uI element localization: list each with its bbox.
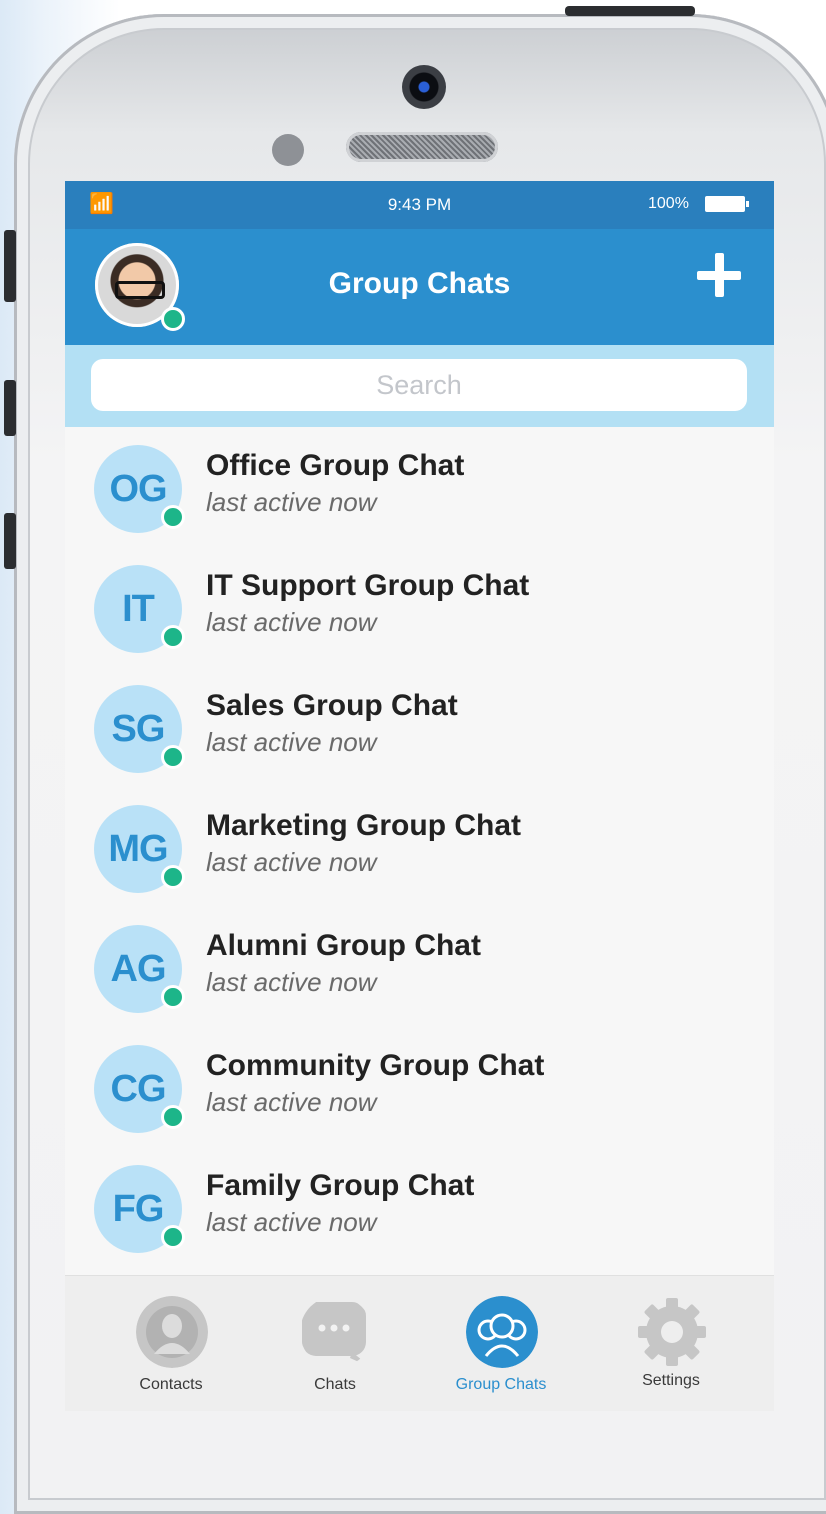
- tab-label: Contacts: [139, 1376, 203, 1393]
- list-item[interactable]: AG Alumni Group Chat last active now: [65, 907, 774, 1027]
- online-status-dot: [161, 625, 185, 649]
- gear-icon: [638, 1298, 706, 1366]
- group-status: last active now: [206, 487, 377, 517]
- list-item[interactable]: CG Community Group Chat last active now: [65, 1027, 774, 1147]
- group-chat-list: OG Office Group Chat last active now IT …: [65, 427, 774, 1267]
- tab-label: Chats: [314, 1376, 356, 1393]
- online-status-dot: [161, 745, 185, 769]
- app-screen: 📶 9:43 PM 100% Group Chats Search OG Off…: [65, 181, 774, 1411]
- online-status-dot: [161, 1225, 185, 1249]
- page-title: Group Chats: [328, 267, 511, 300]
- tab-contacts[interactable]: Contacts: [101, 1276, 241, 1396]
- power-button: [565, 6, 695, 16]
- tab-label: Settings: [642, 1372, 700, 1389]
- header-bar: Group Chats: [65, 229, 774, 345]
- online-status-dot: [161, 1105, 185, 1129]
- group-status: last active now: [206, 727, 377, 757]
- earpiece-speaker: [346, 132, 498, 162]
- volume-up-button: [4, 380, 16, 436]
- group-name: Community Group Chat: [206, 1049, 545, 1082]
- online-status-dot: [161, 865, 185, 889]
- group-status: last active now: [206, 847, 377, 877]
- group-name: Office Group Chat: [206, 449, 465, 482]
- battery-icon: [705, 196, 749, 212]
- tab-label: Group Chats: [455, 1376, 547, 1393]
- search-input[interactable]: Search: [91, 359, 747, 411]
- mute-switch: [4, 230, 16, 302]
- tab-settings[interactable]: Settings: [601, 1276, 741, 1396]
- list-item[interactable]: OG Office Group Chat last active now: [65, 427, 774, 547]
- online-status-dot: [161, 307, 185, 331]
- proximity-sensor: [272, 134, 304, 166]
- online-status-dot: [161, 505, 185, 529]
- tab-group-chats[interactable]: Group Chats: [431, 1276, 571, 1396]
- status-bar: 📶 9:43 PM 100%: [65, 181, 774, 229]
- group-status: last active now: [206, 1207, 377, 1237]
- tab-chats[interactable]: Chats: [265, 1276, 405, 1396]
- battery-percent: 100%: [648, 195, 689, 212]
- contacts-icon: [136, 1296, 208, 1368]
- online-status-dot: [161, 985, 185, 1009]
- group-icon: [466, 1296, 538, 1368]
- group-name: Family Group Chat: [206, 1169, 475, 1202]
- list-item[interactable]: SG Sales Group Chat last active now: [65, 667, 774, 787]
- add-group-button[interactable]: [695, 251, 745, 301]
- front-camera: [402, 65, 446, 109]
- group-status: last active now: [206, 607, 377, 637]
- group-name: Alumni Group Chat: [206, 929, 481, 962]
- group-status: last active now: [206, 1087, 377, 1117]
- list-item[interactable]: IT IT Support Group Chat last active now: [65, 547, 774, 667]
- list-item[interactable]: FG Family Group Chat last active now: [65, 1147, 774, 1267]
- list-item[interactable]: MG Marketing Group Chat last active now: [65, 787, 774, 907]
- chat-bubble-icon: [302, 1302, 372, 1368]
- volume-down-button: [4, 513, 16, 569]
- group-name: Sales Group Chat: [206, 689, 458, 722]
- search-bar: Search: [65, 345, 774, 427]
- group-name: Marketing Group Chat: [206, 809, 522, 842]
- group-status: last active now: [206, 967, 377, 997]
- group-name: IT Support Group Chat: [206, 569, 530, 602]
